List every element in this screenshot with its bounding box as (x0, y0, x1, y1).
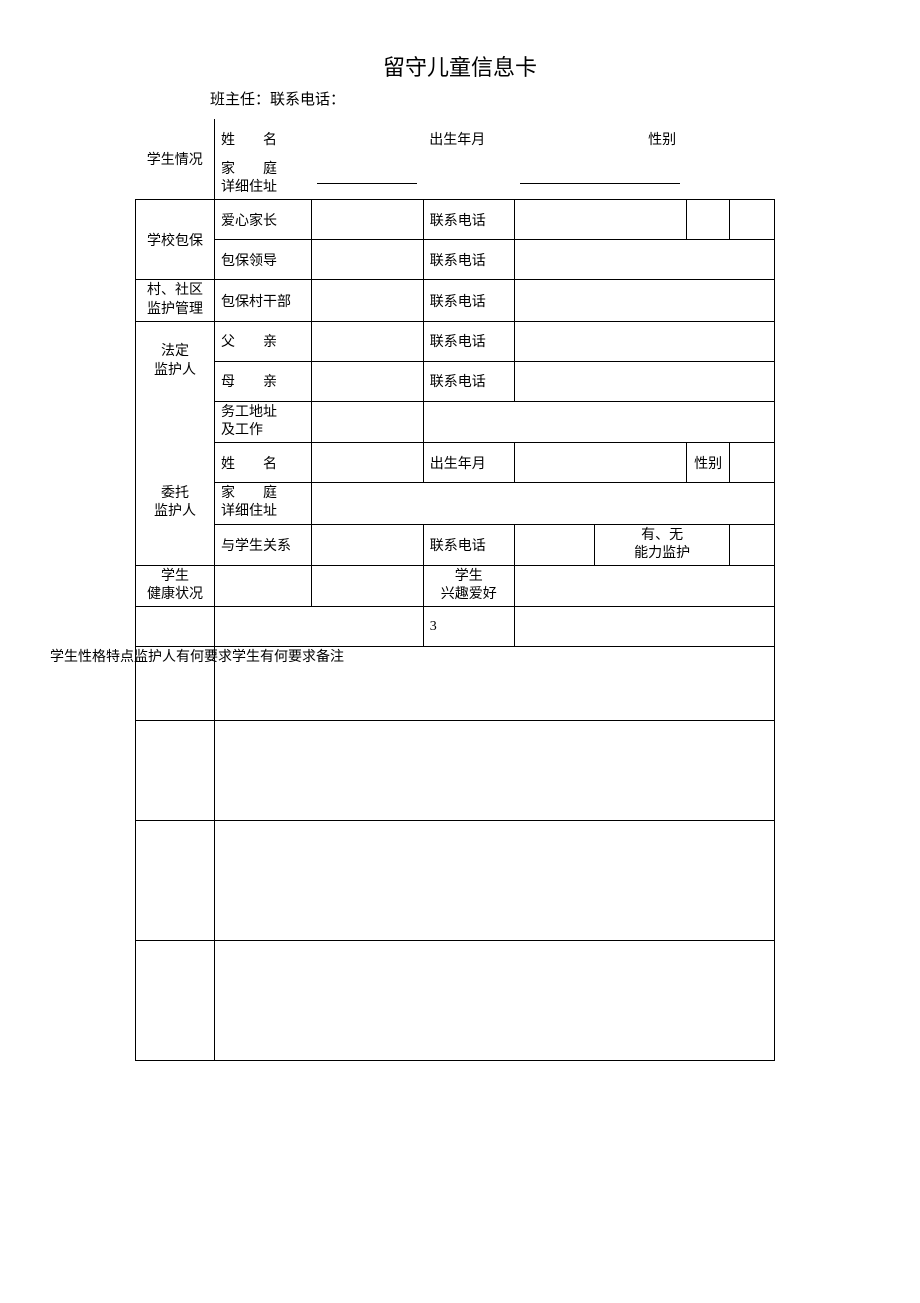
value-ent-contact (514, 524, 594, 565)
label-ent-name: 姓 名 (215, 443, 312, 483)
label-ent-relation: 与学生关系 (215, 524, 312, 565)
label-ent-gender: 性别 (686, 443, 730, 483)
value-love-contact-ext2 (730, 200, 775, 240)
big-cell-1c (514, 607, 774, 647)
label-leader: 包保领导 (215, 240, 312, 280)
value-health2 (311, 565, 423, 606)
value-leader (311, 240, 423, 280)
big-cell-1a (136, 607, 215, 647)
value-student-name (311, 119, 423, 159)
label-student-dob: 出生年月 (423, 119, 514, 159)
value-ent-ability (730, 524, 775, 565)
big-row-3b (215, 721, 775, 821)
group-village: 村、社区监护管理 (136, 280, 215, 321)
label-father: 父 亲 (215, 321, 312, 361)
value-mother-contact (514, 361, 774, 401)
label-leader-contact: 联系电话 (423, 240, 514, 280)
label-cadre: 包保村干部 (215, 280, 312, 321)
label-ent-contact: 联系电话 (423, 524, 514, 565)
value-student-addr2 (514, 159, 686, 200)
label-love-parent: 爱心家长 (215, 200, 312, 240)
value-father (311, 321, 423, 361)
value-ent-dob (514, 443, 686, 483)
value-student-gender (730, 119, 775, 159)
big-row-5a (136, 941, 215, 1061)
group-school: 学校包保 (136, 200, 215, 280)
big-cell-1b (215, 607, 424, 647)
value-health1 (215, 565, 312, 606)
value-cadre-contact (514, 280, 774, 321)
value-father-contact (514, 321, 774, 361)
info-card-table: 学生情况 姓 名 出生年月 性别 家 庭详细住址 学校包保 爱心家长 联系电话 (135, 119, 775, 1061)
value-ent-relation (311, 524, 423, 565)
label-work: 务工地址及工作 (215, 401, 312, 442)
label-father-contact: 联系电话 (423, 321, 514, 361)
label-ent-dob: 出生年月 (423, 443, 514, 483)
label-mother: 母 亲 (215, 361, 312, 401)
big-row-3a (136, 721, 215, 821)
big-row-4a (136, 821, 215, 941)
value-mother (311, 361, 423, 401)
page-title: 留守儿童信息卡 (0, 50, 920, 82)
group-legal: 法定监护人 (136, 321, 215, 401)
label-student-gender: 性别 (594, 119, 730, 159)
value-love-contact (514, 200, 686, 240)
value-student-dob (514, 119, 594, 159)
label-cadre-contact: 联系电话 (423, 280, 514, 321)
extra-labels-line: 学生性格特点监护人有何要求学生有何要求备注 (50, 646, 344, 666)
teacher-contact-line: 班主任：联系电话： (210, 88, 920, 109)
value-ent-gender (730, 443, 775, 483)
value-cadre (311, 280, 423, 321)
label-student-name: 姓 名 (215, 119, 312, 159)
label-health: 学生健康状况 (136, 565, 215, 606)
label-ent-ability: 有、无能力监护 (594, 524, 730, 565)
value-hobby (514, 565, 774, 606)
value-student-addr1 (311, 159, 423, 200)
label-student-addr: 家 庭详细住址 (215, 159, 312, 200)
value-ent-name (311, 443, 423, 483)
group-entrusted: 委托监护人 (136, 483, 215, 524)
label-hobby: 学生兴趣爱好 (423, 565, 514, 606)
value-work1 (311, 401, 423, 442)
big-row-4b (215, 821, 775, 941)
value-leader-contact (514, 240, 774, 280)
label-ent-addr: 家 庭详细住址 (215, 483, 312, 524)
label-mother-contact: 联系电话 (423, 361, 514, 401)
value-ent-addr (311, 483, 774, 524)
value-love-parent (311, 200, 423, 240)
group-student: 学生情况 (136, 119, 215, 200)
value-love-contact-ext1 (686, 200, 730, 240)
stray-number: 3 (423, 607, 514, 647)
big-row-5b (215, 941, 775, 1061)
label-love-contact: 联系电话 (423, 200, 514, 240)
value-work2 (423, 401, 774, 442)
